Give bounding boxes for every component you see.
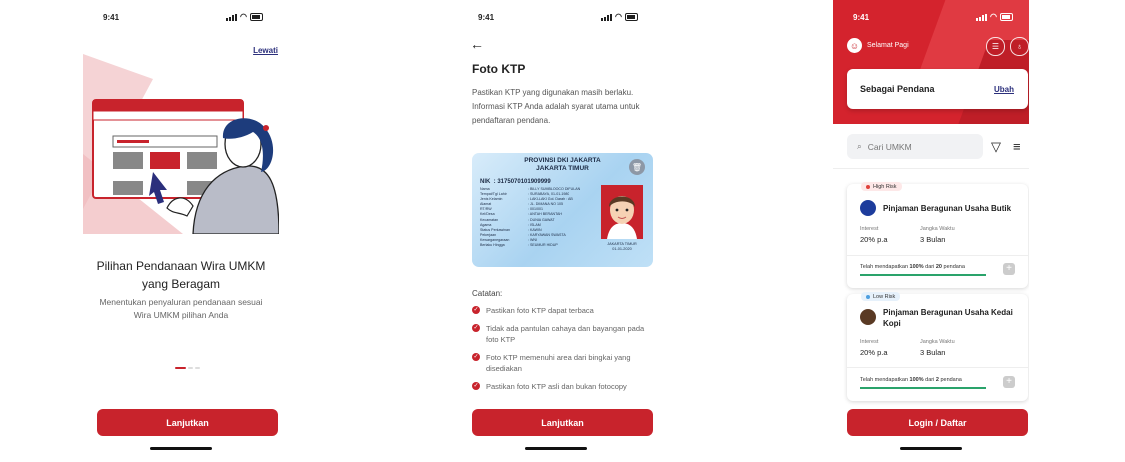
continue-button[interactable]: Lanjutkan	[472, 409, 653, 436]
continue-button[interactable]: Lanjutkan	[97, 409, 278, 436]
page-dot	[188, 367, 193, 369]
ktp-card-preview[interactable]: PROVINSI DKI JAKARTA JAKARTA TIMUR 🗑 NIK…	[472, 153, 653, 267]
status-bar: 9:41 ◠	[458, 12, 654, 24]
interest-label: Interest	[860, 226, 879, 232]
check-icon: ✓	[472, 382, 480, 390]
signal-icon	[601, 13, 613, 21]
role-card: Sebagai Pendana Ubah	[847, 69, 1028, 109]
add-icon[interactable]: +	[1003, 263, 1015, 275]
home-indicator	[900, 447, 962, 450]
signal-icon	[976, 13, 988, 21]
business-logo	[860, 200, 876, 216]
wifi-icon: ◠	[615, 12, 622, 21]
risk-badge: Low Risk	[861, 292, 901, 301]
risk-badge: High Risk	[861, 182, 902, 191]
page-dot	[195, 367, 200, 369]
funding-progress-bar	[860, 387, 986, 389]
funding-progress-text: Telah mendapatkan 100% dari 2 pendana	[860, 377, 962, 383]
home-indicator	[150, 447, 212, 450]
tenor-label: Jangka Waktu	[920, 339, 955, 345]
interest-value: 20% p.a	[860, 348, 888, 357]
search-input[interactable]: ⌕ Cari UMKM	[847, 134, 983, 159]
wifi-icon: ◠	[240, 12, 247, 21]
wifi-icon: ◠	[990, 12, 997, 21]
status-bar: 9:41 ◠	[833, 12, 1029, 24]
add-icon[interactable]: +	[1003, 376, 1015, 388]
onboarding-title: Pilihan Pendanaan Wira UMKM yang Beragam	[96, 259, 266, 291]
ktp-field-row: Berlaku Hingga : SEUMUR HIDUP	[480, 243, 600, 248]
trash-icon[interactable]: 🗑	[629, 159, 645, 175]
battery-icon	[1000, 13, 1013, 21]
note-item: ✓ Foto KTP memenuhi area dari bingkai yan…	[472, 353, 631, 373]
status-time: 9:41	[103, 13, 120, 22]
arrow-left-icon[interactable]: ←	[470, 36, 484, 52]
search-icon: ⌕	[857, 141, 862, 151]
loan-card[interactable]: High Risk Pinjaman Beragunan Usaha Butik…	[847, 182, 1028, 288]
sort-icon[interactable]: ≡	[1013, 139, 1021, 154]
ktp-fields: Nama: BILLY SUMBLOOCO DIFULAN Tempat/Tgl …	[480, 187, 600, 248]
home-indicator	[525, 447, 587, 450]
greeting: ☺ Selamat Pagi	[847, 38, 909, 53]
interest-label: Interest	[860, 339, 879, 345]
note-item: ✓ Tidak ada pantulan cahaya dan bayangan …	[472, 324, 645, 344]
loan-name: Pinjaman Beragunan Usaha Butik	[883, 204, 1012, 213]
notes-list: ✓ Pastikan foto KTP dapat terbaca ✓ Tidak …	[472, 305, 650, 399]
page-title: Foto KTP	[472, 62, 526, 76]
battery-icon	[250, 13, 263, 21]
check-icon: ✓	[472, 324, 480, 332]
check-icon: ✓	[472, 306, 480, 314]
ktp-province: PROVINSI DKI JAKARTA	[524, 157, 601, 164]
status-time: 9:41	[853, 13, 870, 22]
funding-progress-text: Telah mendapatkan 100% dari 20 pendana	[860, 264, 965, 270]
filter-icon[interactable]: ▽	[991, 139, 1001, 155]
page-dot-active	[175, 367, 186, 369]
home-screen: 9:41 ◠ ☺ Selamat Pagi ☰ ♁ Sebagai Pendan…	[833, 0, 1029, 462]
page-description: Pastikan KTP yang digunakan masih berlak…	[472, 88, 640, 125]
loan-name: Pinjaman Beragunan Usaha Kedai Kopi	[883, 308, 1013, 328]
login-register-button[interactable]: Login / Daftar	[847, 409, 1028, 436]
tenor-value: 3 Bulan	[920, 235, 946, 244]
business-logo	[860, 309, 876, 325]
tenor-value: 3 Bulan	[920, 348, 946, 357]
cart-icon[interactable]: ☰	[986, 37, 1005, 56]
onboarding-screen: 9:41 ◠ Lewati Pilihan Pendanaan Wira UMK…	[83, 0, 279, 462]
battery-icon	[625, 13, 638, 21]
loan-card[interactable]: Low Risk Pinjaman Beragunan Usaha Kedai …	[847, 292, 1028, 401]
notes-title: Catatan:	[472, 289, 503, 298]
status-time: 9:41	[478, 13, 495, 22]
ktp-photo-screen: 9:41 ◠ ← Foto KTP Pastikan KTP yang digu…	[458, 0, 654, 462]
ktp-field-label: Berlaku Hingga	[480, 243, 505, 248]
ktp-issue-date: 01-01-2020	[612, 247, 632, 251]
divider	[833, 168, 1029, 169]
role-label: Sebagai Pendana	[860, 84, 935, 94]
ktp-field-value: : SEUMUR HIDUP	[528, 243, 558, 248]
interest-value: 20% p.a	[860, 235, 888, 244]
note-item: ✓ Pastikan foto KTP asli dan bukan fotoco…	[472, 382, 627, 391]
ktp-nik: 3175070101909999	[497, 179, 551, 185]
ktp-city: JAKARTA TIMUR	[536, 165, 589, 172]
funding-progress-bar	[860, 274, 986, 276]
onboarding-illustration	[83, 54, 279, 234]
tenor-label: Jangka Waktu	[920, 226, 955, 232]
note-item: ✓ Pastikan foto KTP dapat terbaca	[472, 306, 594, 315]
onboarding-description: Menentukan penyaluran pendanaan sesuai W…	[99, 297, 263, 320]
change-role-link[interactable]: Ubah	[994, 85, 1014, 94]
avatar[interactable]: ☺	[847, 38, 862, 53]
search-placeholder: Cari UMKM	[867, 141, 912, 152]
check-icon: ✓	[472, 353, 480, 361]
bell-icon[interactable]: ♁	[1010, 37, 1029, 56]
signal-icon	[226, 13, 238, 21]
status-bar: 9:41 ◠	[83, 12, 279, 24]
ktp-nik-label: NIK	[480, 179, 491, 185]
page-indicator	[175, 367, 200, 369]
greeting-text: Selamat Pagi	[867, 42, 909, 49]
ktp-photo	[601, 185, 643, 239]
